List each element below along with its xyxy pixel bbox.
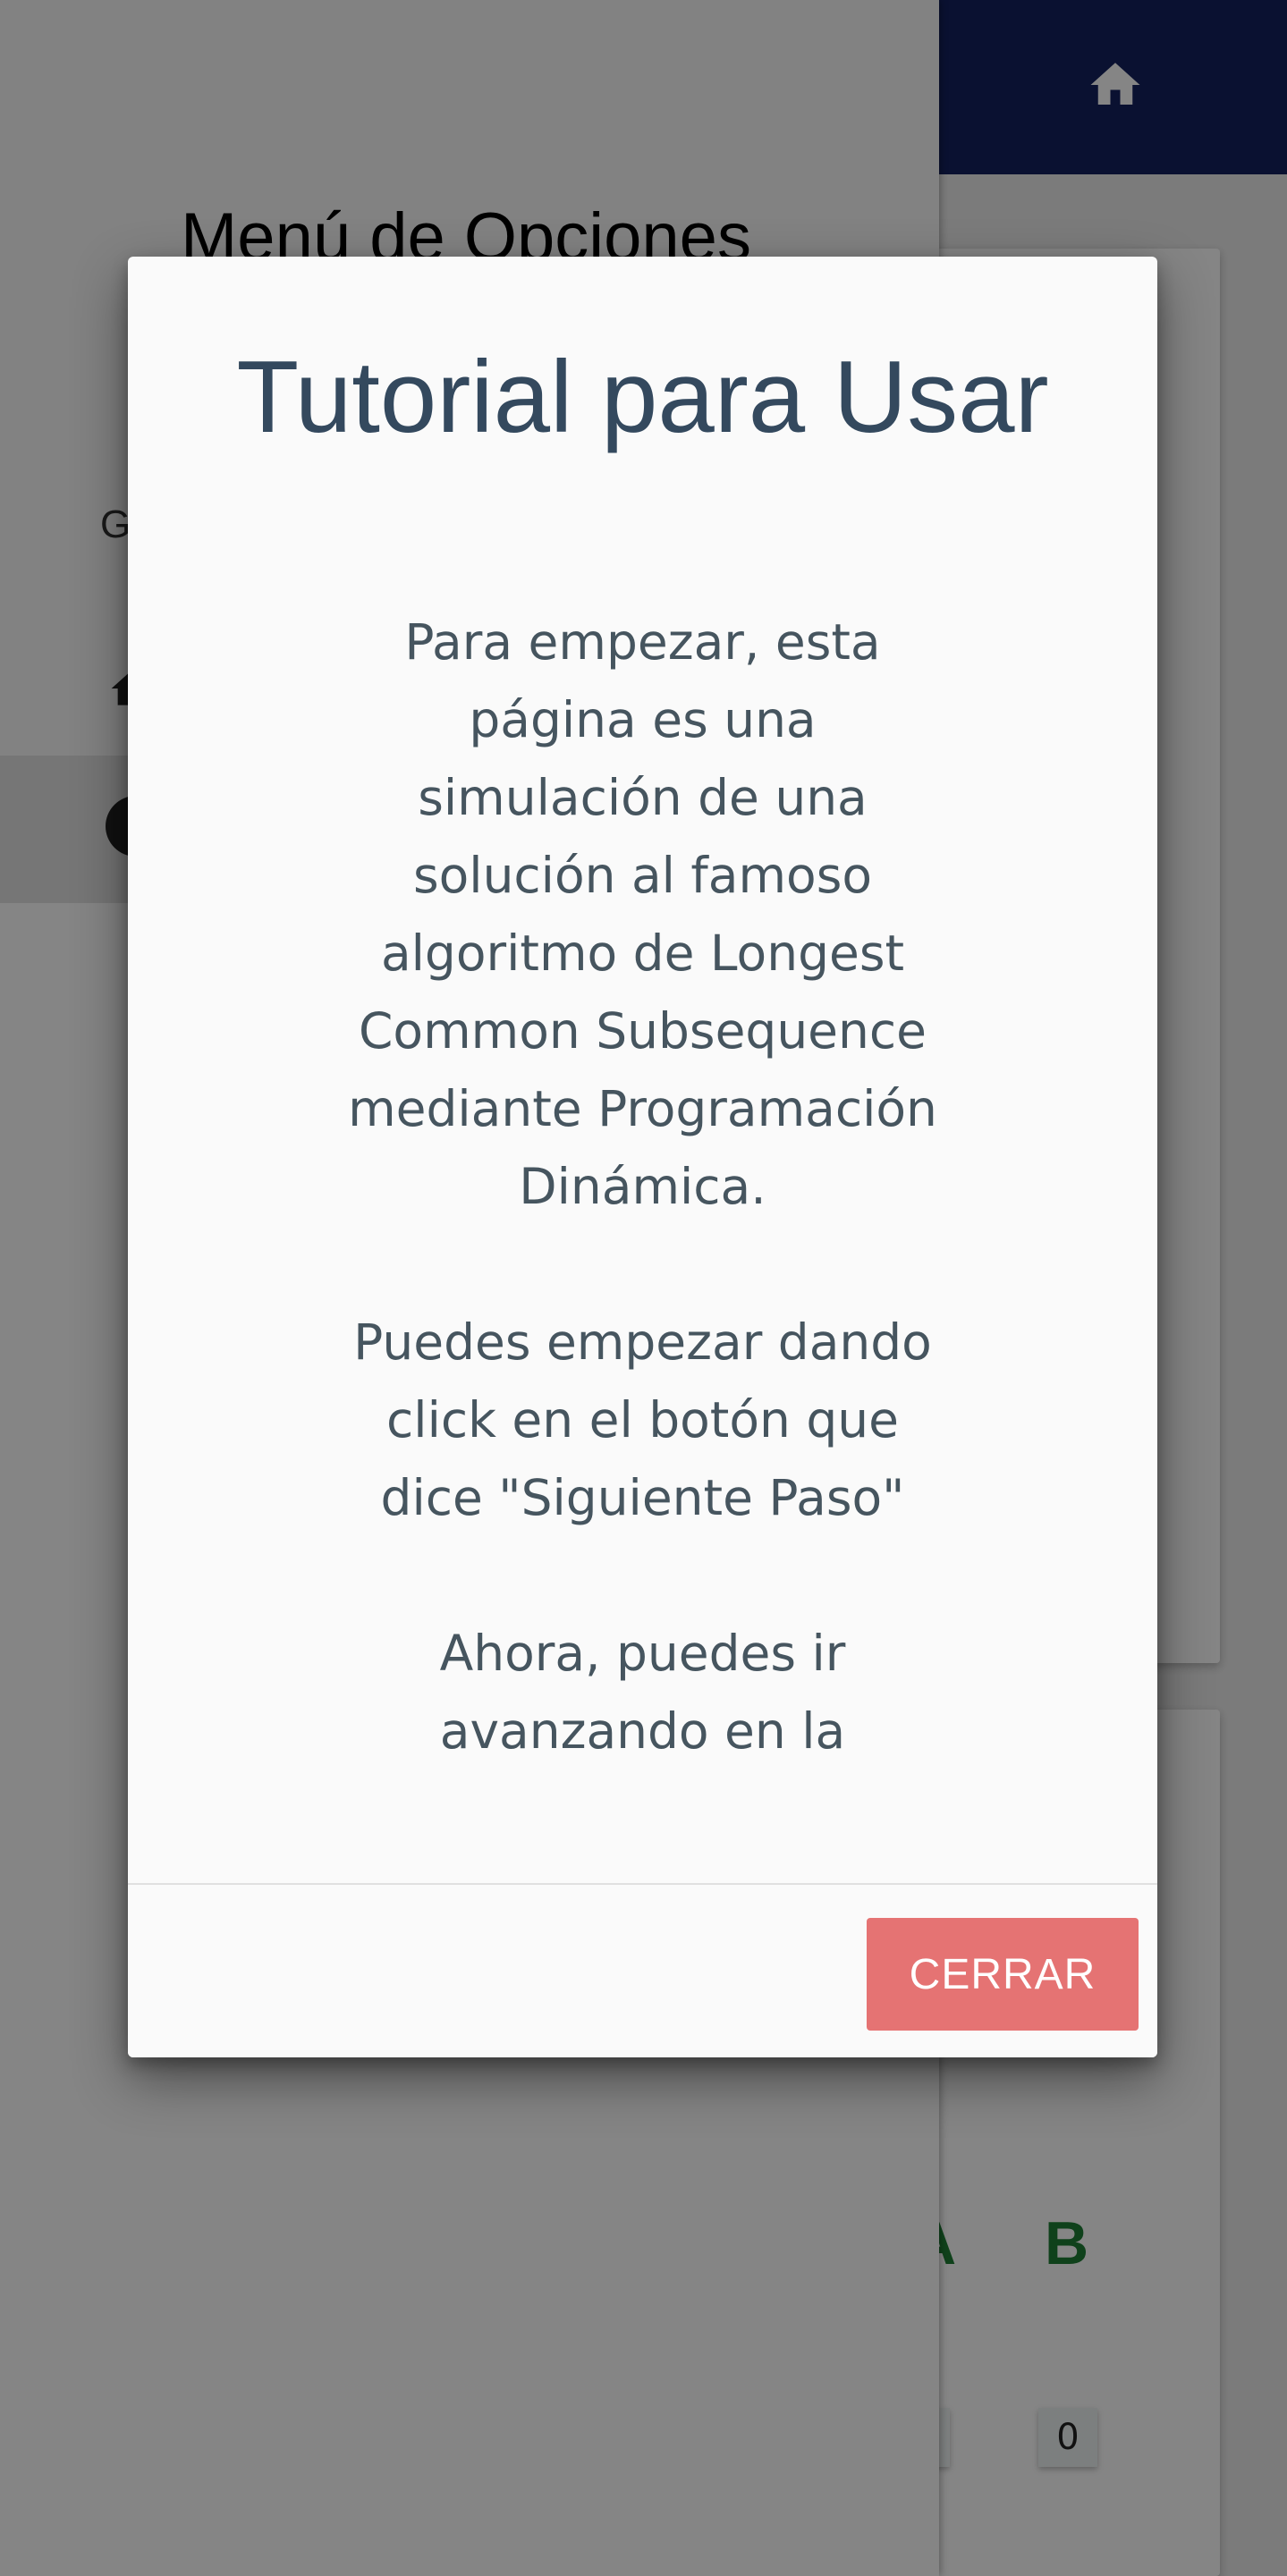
modal-content: Para empezar, esta página es una simulac… [347,604,938,2057]
tutorial-paragraph: Puedes empezar dando click en el botón q… [353,1313,932,1526]
close-button[interactable]: CERRAR [867,1918,1139,2031]
tutorial-modal: Tutorial para Usar Para empezar, esta pá… [128,257,1157,2057]
page: A B 0 0 Menú de Opciones G Tutorial para… [0,0,1287,2576]
tutorial-paragraph: Ahora, puedes ir avanzando en la [439,1625,846,1760]
tutorial-paragraph: Para empezar, esta página es una simulac… [348,613,937,1215]
modal-title: Tutorial para Usar [236,341,1049,454]
modal-footer: CERRAR [128,1883,1157,2057]
